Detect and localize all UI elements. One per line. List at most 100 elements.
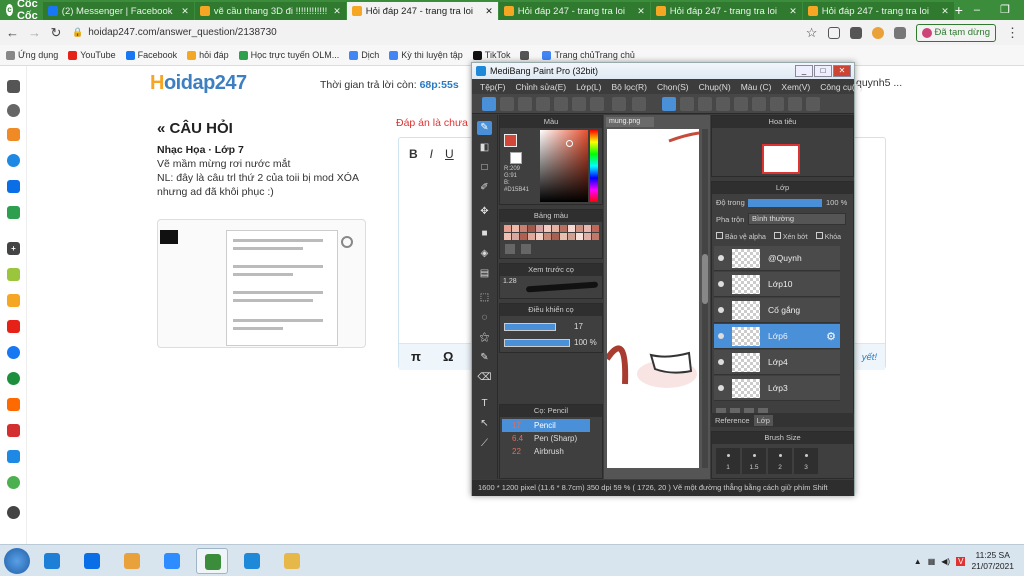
bookmark-item[interactable]: YouTube xyxy=(68,50,116,60)
tray-arrow-icon[interactable]: ▲ xyxy=(914,557,922,566)
layer-opacity-slider[interactable] xyxy=(748,199,822,207)
fill-rect-icon[interactable]: ■ xyxy=(477,227,492,241)
settings-icon[interactable] xyxy=(806,97,820,111)
palette-swatch[interactable] xyxy=(576,225,583,232)
blend-mode-select[interactable]: Bình thường xyxy=(748,213,846,225)
operation-tool-icon[interactable]: ↖ xyxy=(477,417,492,431)
palette-swatch[interactable] xyxy=(592,233,599,240)
tab-close-icon[interactable]: ✕ xyxy=(181,6,189,17)
window-icon[interactable] xyxy=(590,97,604,111)
zalo-icon[interactable] xyxy=(7,180,20,193)
circle-icon[interactable] xyxy=(770,97,784,111)
forward-icon[interactable]: → xyxy=(28,25,41,40)
brush-size-slider[interactable] xyxy=(504,323,556,331)
messenger-icon[interactable] xyxy=(7,154,20,167)
sale-icon[interactable] xyxy=(7,450,20,463)
delete-palette-icon[interactable] xyxy=(521,244,531,254)
bubble-icon[interactable] xyxy=(518,97,532,111)
medibang-menu-item[interactable]: Màu (C) xyxy=(741,82,772,92)
palette-swatch[interactable] xyxy=(520,233,527,240)
bookmark-item[interactable]: Dịch xyxy=(349,50,379,60)
back-icon[interactable]: ← xyxy=(6,25,19,40)
bucket-tool-icon[interactable]: ◈ xyxy=(477,247,492,261)
symbol-button[interactable]: Ω xyxy=(443,349,453,364)
palette-swatch[interactable] xyxy=(512,233,519,240)
taskbar-app-medibang[interactable] xyxy=(236,548,268,574)
medibang-title-bar[interactable]: MediBang Paint Pro (32bit) _ □ ✕ xyxy=(472,63,854,79)
lasso-tool-icon[interactable]: ◌ xyxy=(477,311,492,325)
text-tool-icon[interactable]: T xyxy=(477,397,492,411)
medibang-menu-item[interactable]: Bộ lọc(R) xyxy=(612,82,647,92)
brush-tool-icon[interactable]: ✎ xyxy=(477,121,492,135)
star-icon[interactable]: ☆ xyxy=(806,25,818,41)
layer-settings-icon[interactable]: ⚙ xyxy=(826,330,836,343)
canvas-tab[interactable]: mung.png xyxy=(606,117,654,127)
layer-row[interactable]: Lớp6 ⚙ xyxy=(714,324,840,349)
bookmark-item[interactable]: Facebook xyxy=(125,50,177,60)
cross-icon[interactable] xyxy=(734,97,748,111)
history-icon[interactable] xyxy=(7,104,20,117)
menu-icon[interactable]: ⋮ xyxy=(1006,25,1019,41)
no-select-icon[interactable] xyxy=(662,97,676,111)
layer-option-checkbox[interactable]: Bảo vệ alpha xyxy=(716,232,766,241)
browser-tab[interactable]: vẽ cầu thang 3D đi !!!!!!!!!!!! ✕ xyxy=(194,2,347,20)
visibility-icon[interactable] xyxy=(718,255,724,261)
close-icon[interactable]: ✕ xyxy=(1019,0,1024,20)
palette-swatch[interactable] xyxy=(520,225,527,232)
new-palette-icon[interactable] xyxy=(505,244,515,254)
layer-row[interactable]: Lớp10 xyxy=(714,272,840,297)
export-icon[interactable] xyxy=(500,97,514,111)
move-tool-icon[interactable]: ✥ xyxy=(477,205,492,219)
medibang-menu-item[interactable]: Chọn(S) xyxy=(657,82,689,92)
brush-item[interactable]: 6.4 Pen (Sharp) xyxy=(502,432,590,445)
medibang-menu-item[interactable]: Công cụ(T) xyxy=(820,82,863,92)
palette-swatch[interactable] xyxy=(544,233,551,240)
medibang-menu-item[interactable]: Lớp(L) xyxy=(576,82,601,92)
browser-tab[interactable]: Hỏi đáp 247 - trang tra loi ✕ xyxy=(650,2,803,20)
taskbar-app-coccoc[interactable] xyxy=(196,548,228,574)
keyboard-icon[interactable]: V xyxy=(956,556,966,566)
select-rect-icon[interactable]: ⬚ xyxy=(477,291,492,305)
palette-swatch[interactable] xyxy=(568,225,575,232)
palette-swatch[interactable] xyxy=(528,225,535,232)
pen-tool-icon[interactable]: ✐ xyxy=(477,181,492,195)
palette-swatch[interactable] xyxy=(560,233,567,240)
layer-row[interactable]: Lớp4 xyxy=(714,350,840,375)
visibility-icon[interactable] xyxy=(718,281,724,287)
palette-swatch[interactable] xyxy=(552,225,559,232)
add-icon[interactable]: + xyxy=(7,242,20,255)
profile-paused-button[interactable]: Đã tạm dừng xyxy=(915,23,996,42)
panel-icon[interactable] xyxy=(554,97,568,111)
layer-row[interactable]: @Quynh xyxy=(714,246,840,271)
shield-icon[interactable] xyxy=(827,26,840,39)
taskbar-app-zalo[interactable] xyxy=(76,548,108,574)
brush-mode-icon[interactable] xyxy=(482,97,496,111)
reload-icon[interactable]: ↻ xyxy=(50,25,62,41)
maximize-icon[interactable]: □ xyxy=(814,65,832,77)
game-icon[interactable] xyxy=(7,206,20,219)
close-icon[interactable]: ✕ xyxy=(833,65,851,77)
taskbar-app-zoom[interactable] xyxy=(156,548,188,574)
palette-swatch[interactable] xyxy=(504,233,511,240)
palette-swatch[interactable] xyxy=(576,233,583,240)
gradient-tool-icon[interactable]: ▤ xyxy=(477,267,492,281)
palette-swatch[interactable] xyxy=(512,225,519,232)
secondary-color-swatch[interactable] xyxy=(510,152,522,164)
brush-size-step[interactable]: 3 xyxy=(794,448,818,474)
italic-button[interactable]: I xyxy=(430,147,433,161)
brush-item[interactable]: 22 Airbrush xyxy=(502,445,590,458)
browser-tab[interactable]: Hỏi đáp 247 - trang tra loi ✕ xyxy=(346,2,499,20)
bookmark-item[interactable]: TikTok xyxy=(472,50,510,60)
palette-swatch[interactable] xyxy=(560,225,567,232)
app-icon-orange[interactable] xyxy=(7,294,20,307)
medibang-menu-item[interactable]: Xem(V) xyxy=(781,82,810,92)
url-field[interactable]: 🔒 hoidap247.com/answer_question/2138730 xyxy=(72,23,796,42)
browser-tab[interactable]: (2) Messenger | Facebook ✕ xyxy=(42,2,195,20)
layer-row[interactable]: Cố gắng xyxy=(714,298,840,323)
vtv-icon[interactable] xyxy=(7,424,20,437)
bold-button[interactable]: B xyxy=(409,147,418,161)
medibang-menu-item[interactable]: Chụp(N) xyxy=(699,82,731,92)
color-picker-square[interactable] xyxy=(540,130,588,202)
bookmark-item[interactable]: Kỳ thi luyện tập xyxy=(389,50,463,60)
palette-swatch[interactable] xyxy=(584,225,591,232)
